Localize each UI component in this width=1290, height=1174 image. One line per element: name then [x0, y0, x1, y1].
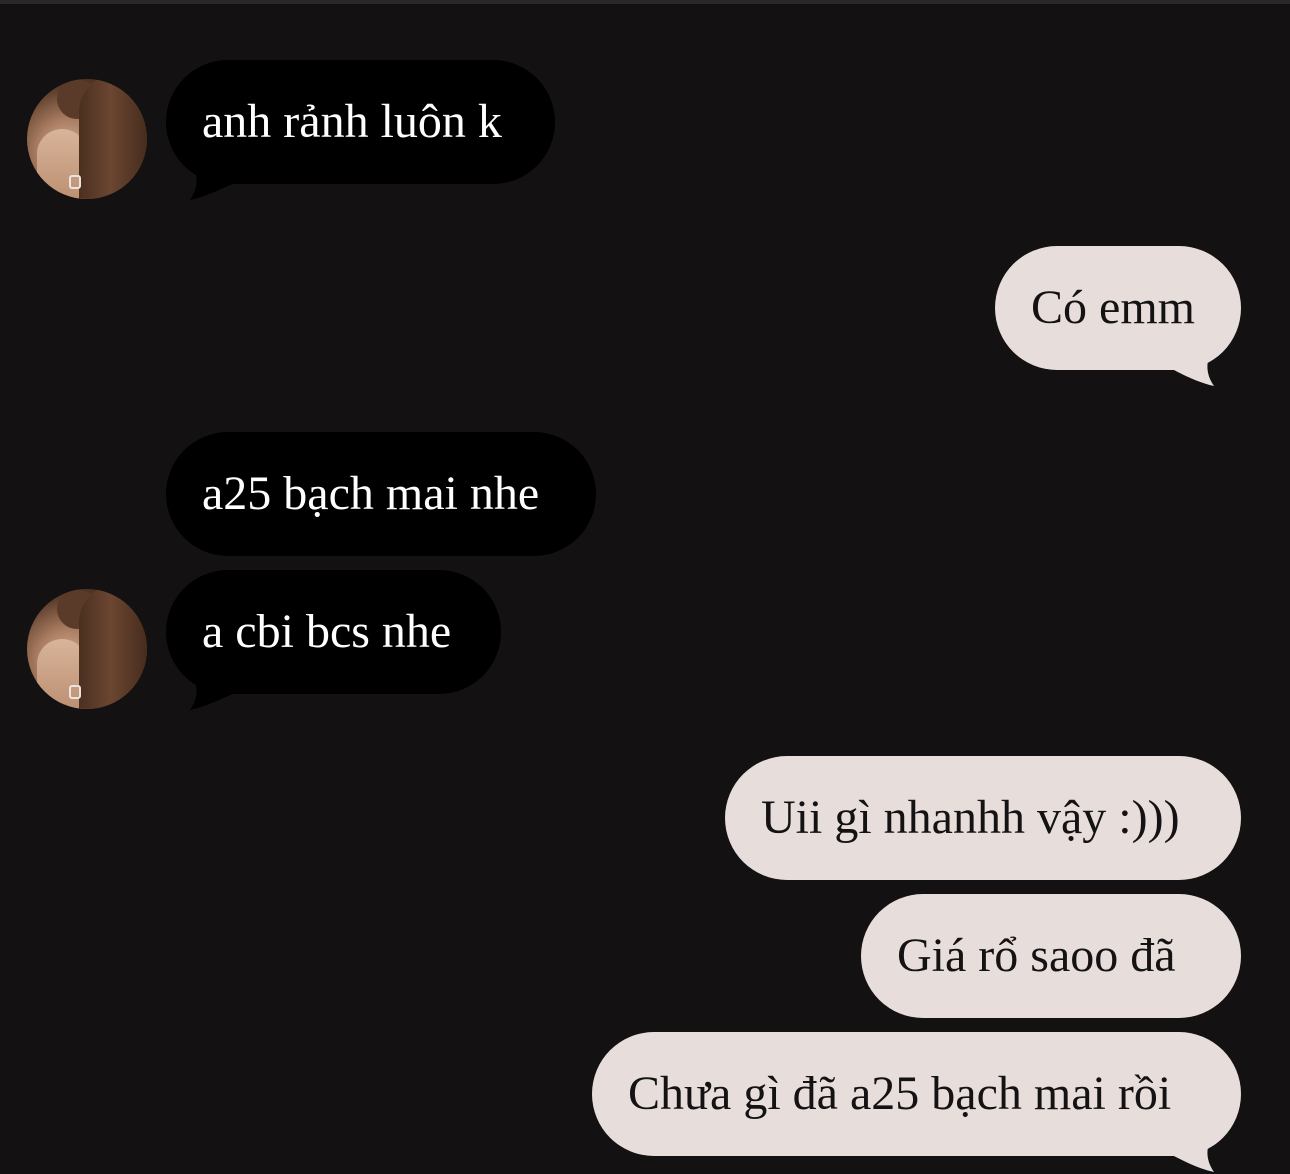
- message-text: anh rảnh luôn k: [202, 95, 502, 148]
- bubble-tail: [1170, 348, 1216, 386]
- message-text: Uii gì nhanhh vậy :))): [761, 791, 1180, 844]
- bubble-tail: [188, 162, 238, 200]
- bubble-tail: [1170, 1134, 1216, 1172]
- outgoing-message-bubble[interactable]: Giá rổ saoo đã: [861, 894, 1241, 1018]
- message-text: Giá rổ saoo đã: [897, 929, 1176, 982]
- incoming-message-bubble[interactable]: a25 bạch mai nhe: [166, 432, 596, 556]
- message-text: Chưa gì đã a25 bạch mai rồi: [628, 1067, 1172, 1120]
- message-text: a25 bạch mai nhe: [202, 467, 540, 520]
- outgoing-message-bubble[interactable]: Uii gì nhanhh vậy :))): [725, 756, 1241, 880]
- outgoing-message-bubble[interactable]: Chưa gì đã a25 bạch mai rồi: [592, 1032, 1241, 1156]
- message-text: a cbi bcs nhe: [202, 605, 452, 658]
- message-text: Có emm: [1031, 281, 1195, 334]
- contact-avatar[interactable]: [27, 589, 147, 709]
- top-divider: [0, 0, 1290, 4]
- contact-avatar[interactable]: [27, 79, 147, 199]
- bubble-tail: [188, 672, 238, 710]
